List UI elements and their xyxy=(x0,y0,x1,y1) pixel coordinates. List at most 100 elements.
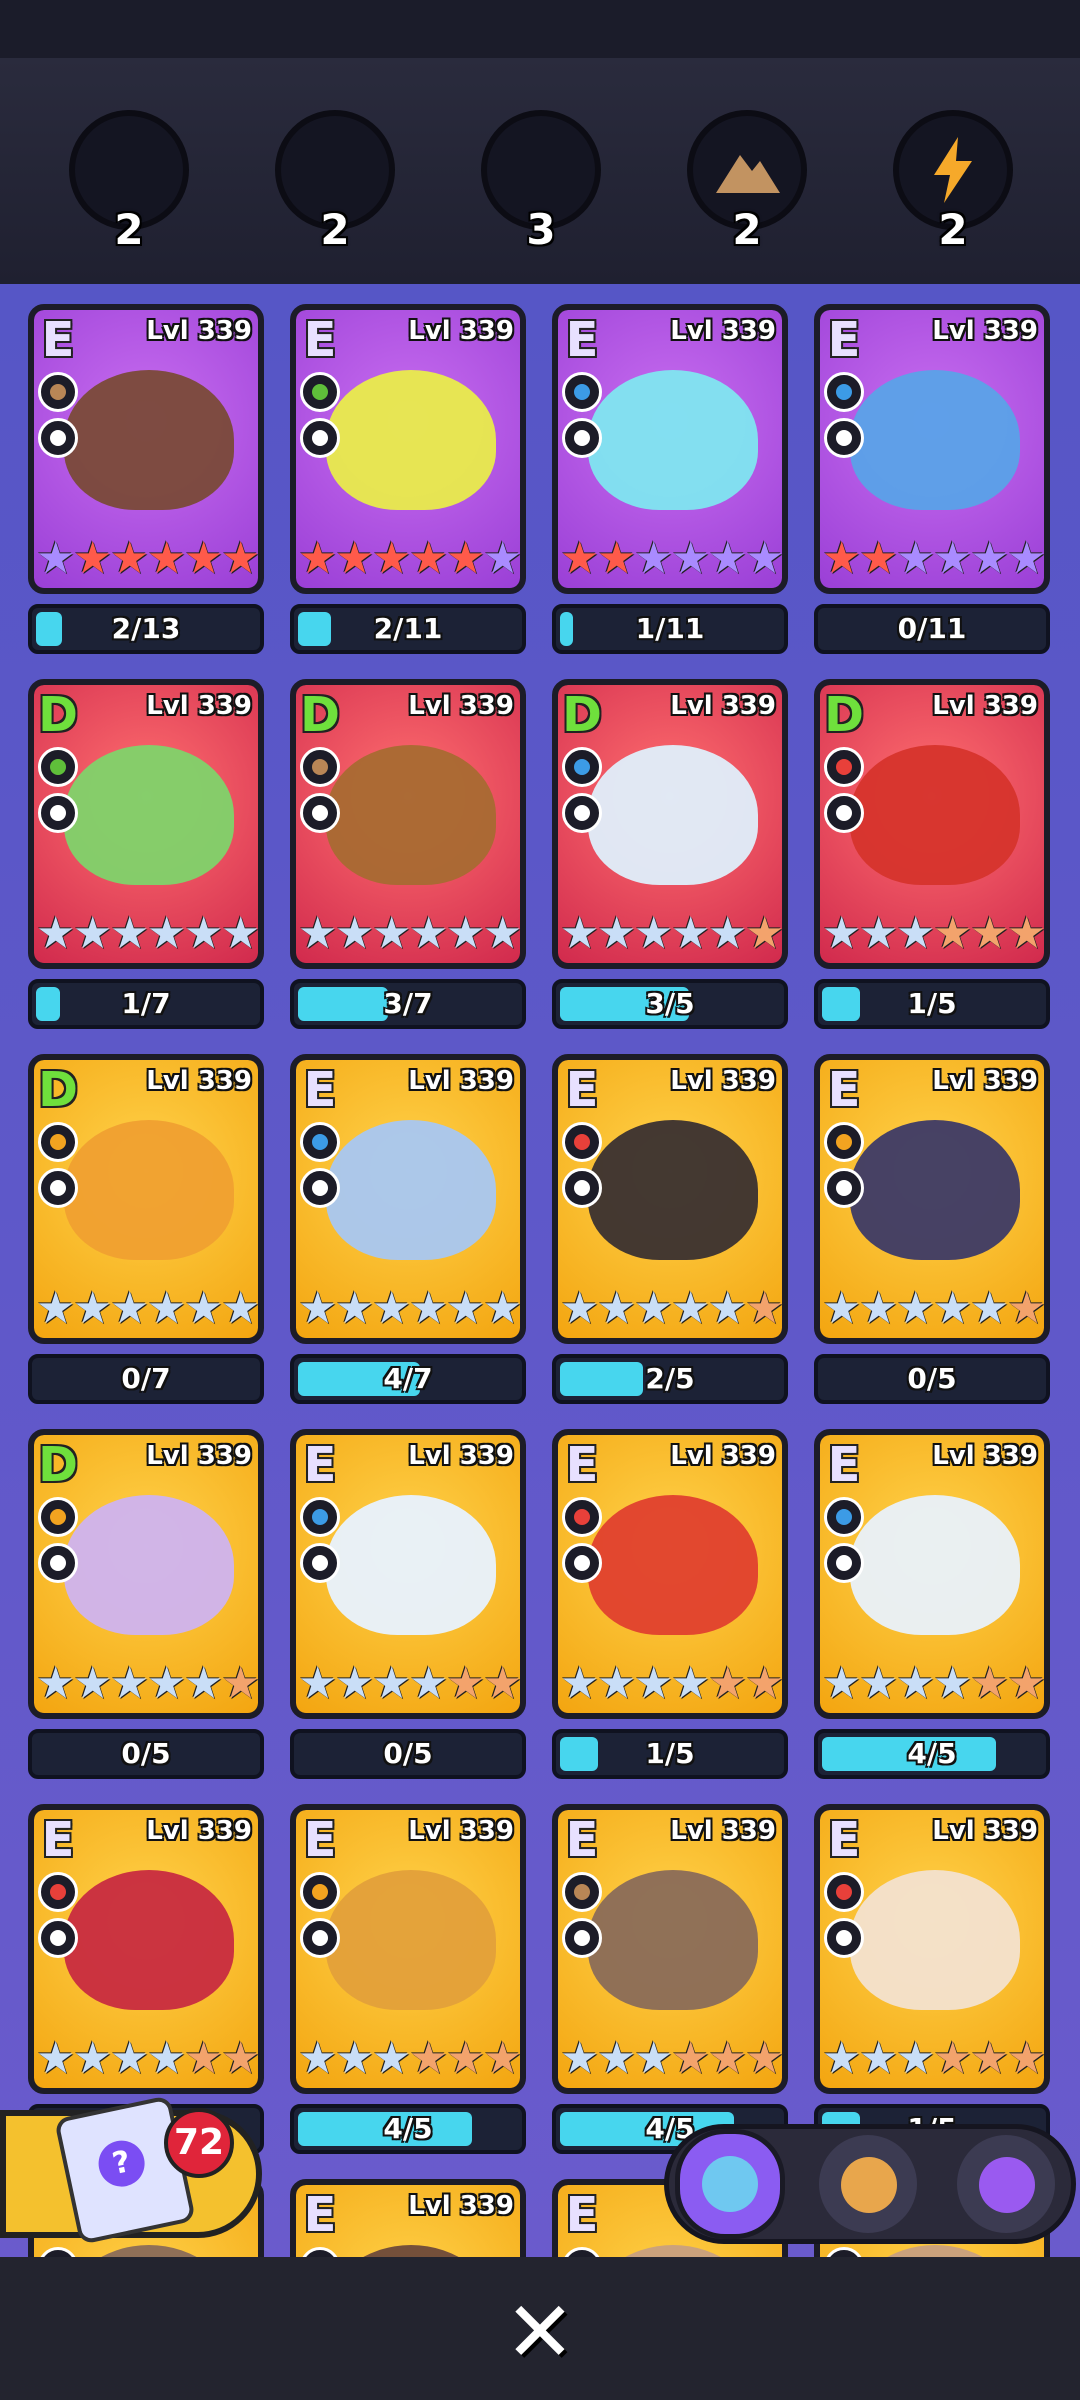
star-icon: ★ xyxy=(335,908,375,959)
star-icon: ★ xyxy=(110,2033,150,2084)
creature-card[interactable]: E Lvl 339 ★ ★ ★ ★ ★ ★ xyxy=(552,1429,788,1719)
star-icon: ★ xyxy=(933,2033,973,2084)
creature-card[interactable]: E Lvl 339 ★ ★ ★ ★ ★ ★ xyxy=(290,1804,526,2094)
creature-card[interactable]: E Lvl 339 ★ ★ ★ ★ ★ ★ xyxy=(290,304,526,594)
sword-class-icon xyxy=(300,1918,340,1958)
rank-label: E xyxy=(303,1437,337,1493)
creature-card[interactable]: E Lvl 339 ★ ★ ★ ★ ★ ★ xyxy=(814,1804,1050,2094)
star-rating: ★ ★ ★ ★ ★ ★ xyxy=(560,911,782,961)
card-progress-bar: 0/5 xyxy=(28,1729,264,1779)
star-icon: ★ xyxy=(335,1658,375,1709)
element-filter-earth[interactable]: 2 xyxy=(682,110,812,254)
element-filter-nature[interactable]: 3 xyxy=(476,110,606,254)
card-progress-bar: 0/5 xyxy=(290,1729,526,1779)
progress-text: 0/11 xyxy=(897,612,967,645)
star-rating: ★ ★ ★ ★ ★ ★ xyxy=(36,1286,258,1336)
card-progress-bar: 4/7 xyxy=(290,1354,526,1404)
creature-card[interactable]: E Lvl 339 ★ ★ ★ ★ ★ ★ xyxy=(814,1429,1050,1719)
sword-class-icon xyxy=(562,793,602,833)
progress-text: 2/11 xyxy=(373,612,443,645)
star-icon: ★ xyxy=(483,533,523,584)
star-icon: ★ xyxy=(298,1658,338,1709)
creature-card[interactable]: D Lvl 339 ★ ★ ★ ★ ★ ★ xyxy=(814,679,1050,969)
level-label: Lvl 339 xyxy=(670,691,776,721)
star-rating: ★ ★ ★ ★ ★ ★ xyxy=(822,536,1044,586)
creature-card[interactable]: D Lvl 339 ★ ★ ★ ★ ★ ★ xyxy=(552,679,788,969)
creature-portrait xyxy=(588,1495,758,1635)
skull-class-icon xyxy=(562,1168,602,1208)
creature-card[interactable]: E Lvl 339 ★ ★ ★ ★ ★ ★ xyxy=(552,304,788,594)
creature-card[interactable]: D Lvl 339 ★ ★ ★ ★ ★ ★ xyxy=(28,679,264,969)
star-rating: ★ ★ ★ ★ ★ ★ xyxy=(298,911,520,961)
rank-label: D xyxy=(38,687,78,743)
bread-bear-tab[interactable] xyxy=(819,2135,917,2233)
star-icon: ★ xyxy=(859,2033,899,2084)
star-icon: ★ xyxy=(184,1283,224,1334)
level-label: Lvl 339 xyxy=(408,1066,514,1096)
star-rating: ★ ★ ★ ★ ★ ★ xyxy=(36,2036,258,2086)
level-label: Lvl 339 xyxy=(408,691,514,721)
robot-cat-icon xyxy=(702,2156,758,2212)
sword-class-icon xyxy=(824,418,864,458)
star-icon: ★ xyxy=(671,2033,711,2084)
star-icon: ★ xyxy=(671,1658,711,1709)
star-icon: ★ xyxy=(671,908,711,959)
star-icon: ★ xyxy=(597,533,637,584)
creature-card[interactable]: D Lvl 339 ★ ★ ★ ★ ★ ★ xyxy=(28,1054,264,1344)
creature-portrait xyxy=(64,1870,234,2010)
creature-portrait xyxy=(64,2245,234,2257)
creature-card[interactable]: E Lvl 339 ★ ★ ★ ★ ★ ★ xyxy=(290,1429,526,1719)
creature-card[interactable]: E Lvl 339 ★ ★ ★ ★ ★ ★ xyxy=(290,1054,526,1344)
element-filter-lightning[interactable]: 2 xyxy=(888,110,1018,254)
creature-card[interactable]: E Lvl 339 ★ ★ ★ ★ ★ ★ xyxy=(552,1054,788,1344)
star-icon: ★ xyxy=(708,1658,748,1709)
card-progress-bar: 4/5 xyxy=(814,1729,1050,1779)
element-count: 3 xyxy=(526,205,556,254)
creature-card[interactable]: E Lvl 339 ★ ★ ★ ★ ★ ★ xyxy=(28,1804,264,2094)
progress-text: 2/5 xyxy=(645,1362,695,1395)
progress-text: 1/5 xyxy=(907,987,957,1020)
star-icon: ★ xyxy=(335,533,375,584)
creature-card[interactable]: E Lvl 339 ★ ★ ★ ★ ★ ★ xyxy=(814,1054,1050,1344)
star-icon: ★ xyxy=(372,1283,412,1334)
star-icon: ★ xyxy=(634,1658,674,1709)
rank-label: E xyxy=(41,312,75,368)
level-label: Lvl 339 xyxy=(408,2191,514,2221)
level-label: Lvl 339 xyxy=(146,316,252,346)
star-icon: ★ xyxy=(708,533,748,584)
earth-element-icon xyxy=(38,372,78,412)
element-filter-fire[interactable]: 2 xyxy=(270,110,400,254)
star-icon: ★ xyxy=(745,1658,785,1709)
star-icon: ★ xyxy=(1007,2033,1047,2084)
creature-portrait xyxy=(326,1870,496,2010)
element-count: 2 xyxy=(732,205,762,254)
star-icon: ★ xyxy=(110,533,150,584)
creature-portrait xyxy=(588,370,758,510)
creature-card[interactable]: E Lvl 339 xyxy=(290,2179,526,2257)
earth-element-icon xyxy=(300,747,340,787)
star-icon: ★ xyxy=(446,1658,486,1709)
creature-card[interactable]: D Lvl 339 ★ ★ ★ ★ ★ ★ xyxy=(290,679,526,969)
star-icon: ★ xyxy=(372,533,412,584)
star-icon: ★ xyxy=(896,1658,936,1709)
card-progress-bar: 1/11 xyxy=(552,604,788,654)
star-icon: ★ xyxy=(745,533,785,584)
robot-cat-tab[interactable] xyxy=(675,2129,785,2239)
star-icon: ★ xyxy=(634,908,674,959)
purple-cat-tab[interactable] xyxy=(957,2135,1055,2233)
star-icon: ★ xyxy=(634,1283,674,1334)
gacha-button[interactable]: ? 72 xyxy=(0,2095,262,2245)
close-button[interactable]: ✕ xyxy=(500,2290,580,2374)
element-filter-water[interactable]: 2 xyxy=(64,110,194,254)
earth-element-icon xyxy=(562,1872,602,1912)
creature-card[interactable]: D Lvl 339 ★ ★ ★ ★ ★ ★ xyxy=(28,1429,264,1719)
creature-card[interactable]: E Lvl 339 ★ ★ ★ ★ ★ ★ xyxy=(814,304,1050,594)
creature-card[interactable]: E Lvl 339 ★ ★ ★ ★ ★ ★ xyxy=(28,304,264,594)
star-icon: ★ xyxy=(36,908,76,959)
star-icon: ★ xyxy=(221,908,261,959)
rank-label: E xyxy=(565,2187,599,2243)
star-icon: ★ xyxy=(483,1658,523,1709)
creature-portrait xyxy=(588,2245,758,2257)
star-icon: ★ xyxy=(970,1283,1010,1334)
creature-card[interactable]: E Lvl 339 ★ ★ ★ ★ ★ ★ xyxy=(552,1804,788,2094)
